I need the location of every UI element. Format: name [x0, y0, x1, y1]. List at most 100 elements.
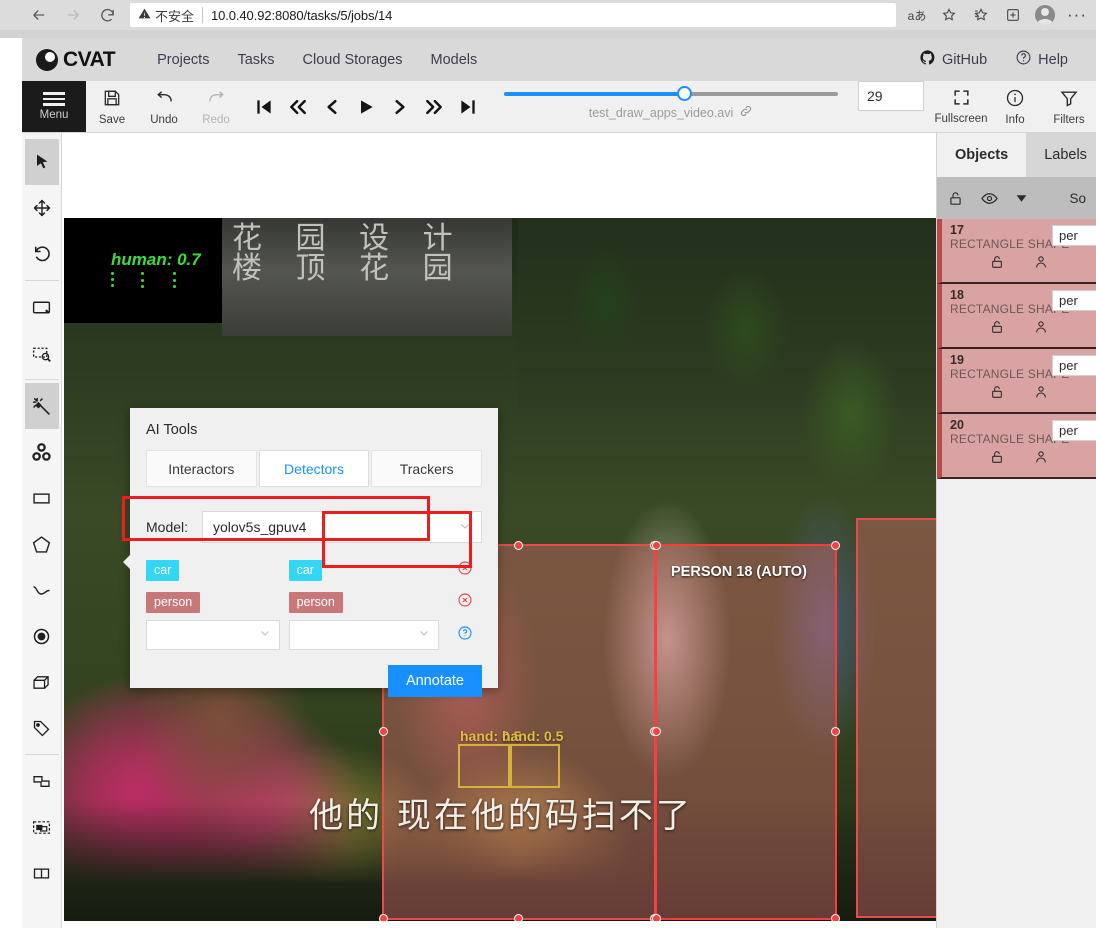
bbox-handle[interactable] [379, 727, 388, 736]
add-to-collections-icon[interactable] [998, 2, 1028, 28]
group-shapes-tool[interactable] [25, 804, 59, 850]
link-icon[interactable] [739, 104, 753, 121]
annotation-canvas[interactable]: 花 园 设 计 楼 顶 花 园 human: 0.7 PERSON 18 (AU… [62, 133, 936, 928]
nav-item-tasks[interactable]: Tasks [223, 52, 288, 68]
forward-jump-button[interactable] [418, 81, 450, 133]
new-mapping-source-select[interactable] [146, 620, 280, 650]
frame-number-input[interactable] [858, 81, 924, 111]
bbox-handle[interactable] [514, 541, 523, 550]
nav-item-projects[interactable]: Projects [143, 52, 223, 68]
new-mapping-target-select[interactable] [288, 620, 440, 650]
slider-handle[interactable] [677, 86, 693, 101]
draw-points-tool[interactable] [25, 613, 59, 659]
bbox-handle[interactable] [652, 541, 661, 550]
setup-tag-tool[interactable] [25, 705, 59, 751]
bbox-handle[interactable] [831, 541, 840, 550]
undo-button[interactable]: Undo [138, 81, 190, 132]
bbox-person-right[interactable] [856, 518, 936, 918]
header-link-help[interactable]: Help [1001, 49, 1082, 70]
lock-all-icon[interactable] [947, 190, 964, 207]
info-button[interactable]: Info [988, 81, 1042, 132]
menu-button[interactable]: Menu [22, 81, 86, 132]
object-person-icon[interactable] [1033, 449, 1049, 470]
model-row: Model: yolov5s_gpuv4 [146, 511, 482, 543]
tab-detectors[interactable]: Detectors [258, 450, 370, 487]
opencv-tool[interactable] [25, 429, 59, 475]
backward-jump-button[interactable] [282, 81, 314, 133]
object-lock-icon[interactable] [989, 319, 1005, 340]
browser-forward-button[interactable] [56, 0, 90, 30]
split-track-tool[interactable] [25, 850, 59, 896]
object-lock-icon[interactable] [989, 384, 1005, 405]
merge-shapes-tool[interactable] [25, 758, 59, 804]
redo-button[interactable]: Redo [190, 81, 242, 132]
cvat-logo[interactable]: CVAT [36, 48, 116, 72]
draw-polyline-tool[interactable] [25, 567, 59, 613]
browser-reload-button[interactable] [90, 0, 124, 30]
cursor-tool[interactable] [24, 139, 59, 185]
last-frame-button[interactable] [452, 81, 484, 133]
favorites-star-icon[interactable] [934, 2, 964, 28]
bbox-handle[interactable] [514, 914, 523, 921]
security-indicator[interactable]: 不安全 [138, 7, 204, 24]
object-person-icon[interactable] [1033, 319, 1049, 340]
object-card-18[interactable]: 18 RECTANGLE SHAPE per [937, 284, 1096, 349]
object-card-17[interactable]: 17 RECTANGLE SHAPE per [937, 219, 1096, 284]
header-link-github[interactable]: GitHub [905, 49, 1001, 70]
bbox-hand-2[interactable] [510, 744, 560, 788]
bbox-handle[interactable] [379, 914, 388, 921]
object-label-chip[interactable]: per [1052, 225, 1096, 246]
fullscreen-button[interactable]: Fullscreen [934, 81, 988, 132]
object-label-chip[interactable]: per [1052, 420, 1096, 441]
object-person-icon[interactable] [1033, 254, 1049, 275]
previous-frame-button[interactable] [316, 81, 348, 133]
object-person-icon[interactable] [1033, 384, 1049, 405]
collections-icon[interactable] [966, 2, 996, 28]
ai-tools-magic-wand[interactable] [24, 383, 59, 429]
bbox-handle[interactable] [652, 914, 661, 921]
next-frame-button[interactable] [384, 81, 416, 133]
object-label-chip[interactable]: per [1052, 355, 1096, 376]
more-options-icon[interactable]: ··· [1062, 2, 1092, 28]
annotate-button[interactable]: Annotate [387, 665, 482, 697]
mapping-help-button[interactable] [448, 625, 482, 646]
tab-objects[interactable]: Objects [937, 133, 1027, 177]
hide-all-icon[interactable] [980, 189, 999, 208]
object-label-chip[interactable]: per [1052, 290, 1096, 311]
sort-label[interactable]: So [1069, 191, 1086, 206]
model-select[interactable]: yolov5s_gpuv4 [202, 511, 482, 543]
fit-image-tool[interactable] [25, 284, 59, 330]
browser-url-bar[interactable]: 不安全 10.0.40.92:8080/tasks/5/jobs/14 [130, 3, 896, 27]
rotate-tool[interactable] [25, 231, 59, 277]
bbox-handle[interactable] [831, 914, 840, 921]
profile-avatar-icon[interactable] [1030, 2, 1060, 28]
tab-labels[interactable]: Labels [1026, 133, 1096, 177]
draw-rectangle-tool[interactable] [25, 475, 59, 521]
bbox-handle[interactable] [652, 727, 661, 736]
browser-back-button[interactable] [22, 0, 56, 30]
play-button[interactable] [350, 81, 382, 133]
first-frame-button[interactable] [248, 81, 280, 133]
object-lock-icon[interactable] [989, 254, 1005, 275]
read-aloud-icon[interactable]: aあ [902, 2, 932, 28]
delete-mapping-car-button[interactable] [448, 560, 482, 581]
tab-trackers[interactable]: Trackers [371, 450, 483, 487]
move-image-tool[interactable] [25, 185, 59, 231]
draw-cuboid-tool[interactable] [25, 659, 59, 705]
object-card-19[interactable]: 19 RECTANGLE SHAPE per [937, 349, 1096, 414]
object-lock-icon[interactable] [989, 449, 1005, 470]
object-card-20[interactable]: 20 RECTANGLE SHAPE per [937, 414, 1096, 479]
bbox-hand-1[interactable] [458, 744, 510, 788]
filters-button[interactable]: Filters [1042, 81, 1096, 132]
bbox-person-selected[interactable]: PERSON 18 (AUTO) [652, 541, 840, 921]
nav-item-cloud-storages[interactable]: Cloud Storages [289, 52, 417, 68]
bbox-handle[interactable] [831, 727, 840, 736]
delete-mapping-person-button[interactable] [448, 592, 482, 613]
draw-polygon-tool[interactable] [25, 521, 59, 567]
select-region-tool[interactable] [25, 330, 59, 376]
nav-item-models[interactable]: Models [416, 52, 491, 68]
collapse-all-icon[interactable] [1015, 192, 1028, 205]
frame-slider[interactable]: test_draw_apps_video.avi [494, 81, 848, 132]
save-button[interactable]: Save [86, 81, 138, 132]
tab-interactors[interactable]: Interactors [146, 450, 257, 487]
